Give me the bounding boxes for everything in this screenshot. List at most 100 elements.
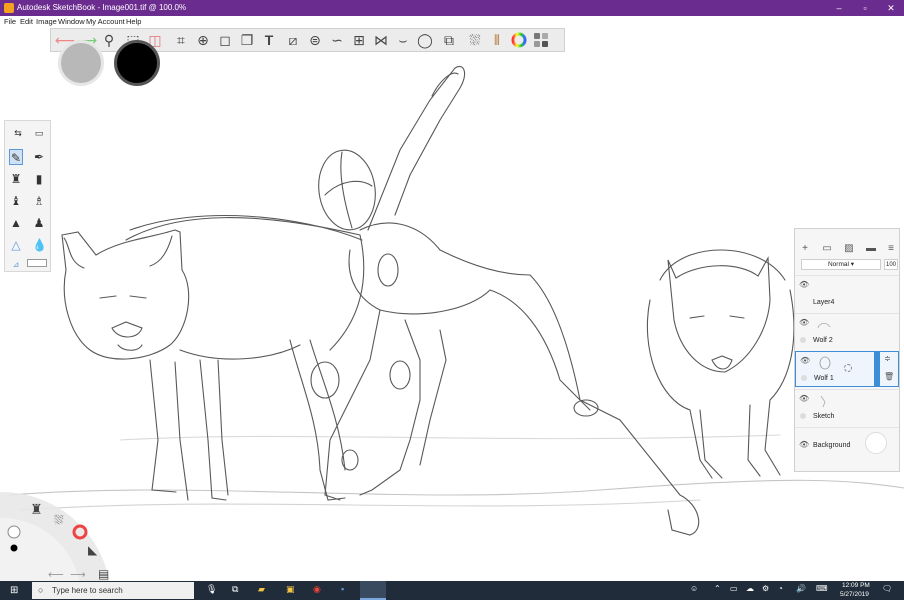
clock-time[interactable]: 12:09 PM xyxy=(842,582,870,589)
layer-thumbnail xyxy=(820,395,826,408)
layer-panel: + ▭ ▨ ▬ ≡ Normal ▾ 100 👁 Layer4 👁 Wolf 2… xyxy=(794,228,900,472)
flipbook-icon[interactable]: ❐ xyxy=(239,32,255,48)
left-wolf-sketch xyxy=(61,215,365,501)
people-icon[interactable]: ☺ xyxy=(690,584,698,593)
menu-edit[interactable]: Edit xyxy=(20,17,33,26)
distort-icon[interactable]: ◻ xyxy=(217,32,233,48)
visibility-eye-icon[interactable]: 👁 xyxy=(799,394,809,403)
color-wheel-icon[interactable] xyxy=(511,32,527,48)
wifi-icon[interactable]: ◔ xyxy=(778,584,783,593)
layer-name: Wolf 2 xyxy=(813,337,833,344)
layer-item[interactable]: 👁 Wolf 2 xyxy=(795,313,899,349)
ellipse-icon[interactable]: ◯ xyxy=(417,32,433,48)
file-explorer-icon[interactable]: ▰ xyxy=(258,584,265,595)
color-grid-icon[interactable] xyxy=(533,32,549,48)
french-curve-icon[interactable]: ∽ xyxy=(329,32,345,48)
action-center-icon[interactable]: 🗨 xyxy=(882,584,892,593)
tray-expand-icon[interactable]: ⌃ xyxy=(714,584,721,593)
layer-lock-icon[interactable] xyxy=(800,337,806,343)
volume-icon[interactable]: 🔊 xyxy=(796,584,806,593)
layer-item[interactable]: 👁 Layer4 xyxy=(795,275,899,311)
svg-text:▤: ▤ xyxy=(98,567,109,581)
windows-start-icon[interactable]: ⊞ xyxy=(10,585,18,596)
visibility-eye-icon[interactable]: 👁 xyxy=(800,356,810,365)
ruler-icon[interactable]: ⧄ xyxy=(285,32,301,48)
visibility-eye-icon[interactable]: 👁 xyxy=(799,440,809,449)
lagoon-undo-icon[interactable]: ⟵ xyxy=(48,569,64,581)
add-image-icon[interactable]: ▨ xyxy=(843,243,855,255)
crop-icon[interactable]: ⌗ xyxy=(173,32,189,48)
menu-file[interactable]: File xyxy=(4,17,16,26)
blend-toggle-icon[interactable]: ≑ xyxy=(884,354,891,363)
add-layer-icon[interactable]: + xyxy=(799,243,811,255)
microphone-icon[interactable]: 🎙 xyxy=(206,584,217,595)
drawing-canvas[interactable] xyxy=(0,52,904,581)
layer-item-background[interactable]: 👁 Background xyxy=(795,427,899,471)
layer-properties-icon[interactable]: ▬ xyxy=(865,243,877,255)
lagoon-select-icon[interactable]: ◣ xyxy=(88,543,98,557)
tray-app-icon[interactable]: ⚙ xyxy=(762,584,769,593)
menu-bar: File Edit Image Window My Account Help xyxy=(0,16,904,28)
copic-icon[interactable]: ⫴ xyxy=(489,32,505,48)
shape-icon[interactable]: ⧉ xyxy=(441,32,457,48)
visibility-eye-icon[interactable]: 👁 xyxy=(799,318,809,327)
lagoon-brush-icon[interactable]: ♜ xyxy=(30,501,43,517)
chrome-icon[interactable]: ◉ xyxy=(313,584,321,595)
add-group-icon[interactable]: ▭ xyxy=(821,243,833,255)
layer-name: Background xyxy=(813,442,851,449)
window-title: Autodesk SketchBook - Image001.tif @ 100… xyxy=(17,3,187,12)
search-icon: ○ xyxy=(38,585,44,595)
lagoon-pencil-icon[interactable] xyxy=(7,525,21,539)
svg-text:⟶: ⟶ xyxy=(70,569,86,581)
app-icon[interactable]: ▪ xyxy=(341,584,344,594)
menu-help[interactable]: Help xyxy=(126,17,141,26)
store-icon[interactable]: ▣ xyxy=(286,584,295,595)
sketchbook-taskbar-icon[interactable] xyxy=(360,581,386,600)
tray-display-icon[interactable]: ▭ xyxy=(730,584,738,593)
title-bar: Autodesk SketchBook - Image001.tif @ 100… xyxy=(0,0,904,16)
lagoon-redo-icon[interactable]: ⟶ xyxy=(70,569,86,581)
menu-my-account[interactable]: My Account xyxy=(86,17,125,26)
blend-mode-value: Normal xyxy=(827,261,849,268)
fill-icon[interactable]: ⛆ xyxy=(467,32,483,48)
minimize-button[interactable]: – xyxy=(832,2,846,14)
layer-loading-icon xyxy=(844,364,852,372)
blend-mode-select[interactable]: Normal ▾ xyxy=(801,259,881,270)
svg-text:⟵: ⟵ xyxy=(48,569,64,581)
search-placeholder: Type here to search xyxy=(52,586,123,595)
perspective-icon[interactable]: ⊞ xyxy=(351,32,367,48)
lagoon-radial-menu: ♜ ⛆ ◣ ▤ ⟵ ⟶ xyxy=(0,491,110,584)
layer-selection-bar xyxy=(874,352,880,386)
windows-taskbar: ⊞ ○ Type here to search 🎙 ⧉ ▰ ▣ ◉ ▪ ☺ ⌃ … xyxy=(0,581,904,600)
clock-date[interactable]: 5/27/2019 xyxy=(840,591,869,598)
delete-layer-icon[interactable]: 🗑 xyxy=(884,372,894,381)
keyboard-icon[interactable]: ⌨ xyxy=(816,584,828,593)
layer-lock-icon[interactable] xyxy=(801,375,807,381)
maximize-button[interactable]: ▫ xyxy=(858,2,872,14)
menu-window[interactable]: Window xyxy=(58,17,85,26)
symmetry-icon[interactable]: ⋈ xyxy=(373,32,389,48)
svg-text:⛆: ⛆ xyxy=(54,513,64,527)
layer-item-selected[interactable]: 👁 Wolf 1 ≑ 🗑 xyxy=(795,351,899,387)
curve-icon[interactable]: ⌣ xyxy=(395,32,411,48)
zoom-icon[interactable]: ⚲ xyxy=(101,32,117,48)
lagoon-fill-icon[interactable]: ⛆ xyxy=(54,513,64,527)
text-icon[interactable]: T xyxy=(261,32,277,48)
visibility-eye-icon[interactable]: 👁 xyxy=(799,280,809,289)
task-view-icon[interactable]: ⧉ xyxy=(232,584,238,595)
ellipse-guide-icon[interactable]: ⊜ xyxy=(307,32,323,48)
background-color-swatch[interactable] xyxy=(865,432,887,454)
lagoon-color-dot-icon[interactable] xyxy=(10,544,18,552)
lagoon-layers-icon[interactable]: ▤ xyxy=(98,567,109,581)
search-input[interactable]: ○ Type here to search xyxy=(32,582,194,599)
lasso-icon[interactable]: ⊕ xyxy=(195,32,211,48)
onedrive-icon[interactable]: ☁ xyxy=(746,584,754,593)
layer-name: Sketch xyxy=(813,413,835,420)
close-button[interactable]: ✕ xyxy=(884,2,898,14)
layer-lock-icon[interactable] xyxy=(800,413,806,419)
right-wolf-sketch xyxy=(646,249,795,479)
layer-item[interactable]: 👁 Sketch xyxy=(795,389,899,425)
layer-menu-icon[interactable]: ≡ xyxy=(885,243,897,255)
opacity-field[interactable]: 100 xyxy=(884,259,898,270)
menu-image[interactable]: Image xyxy=(36,17,57,26)
